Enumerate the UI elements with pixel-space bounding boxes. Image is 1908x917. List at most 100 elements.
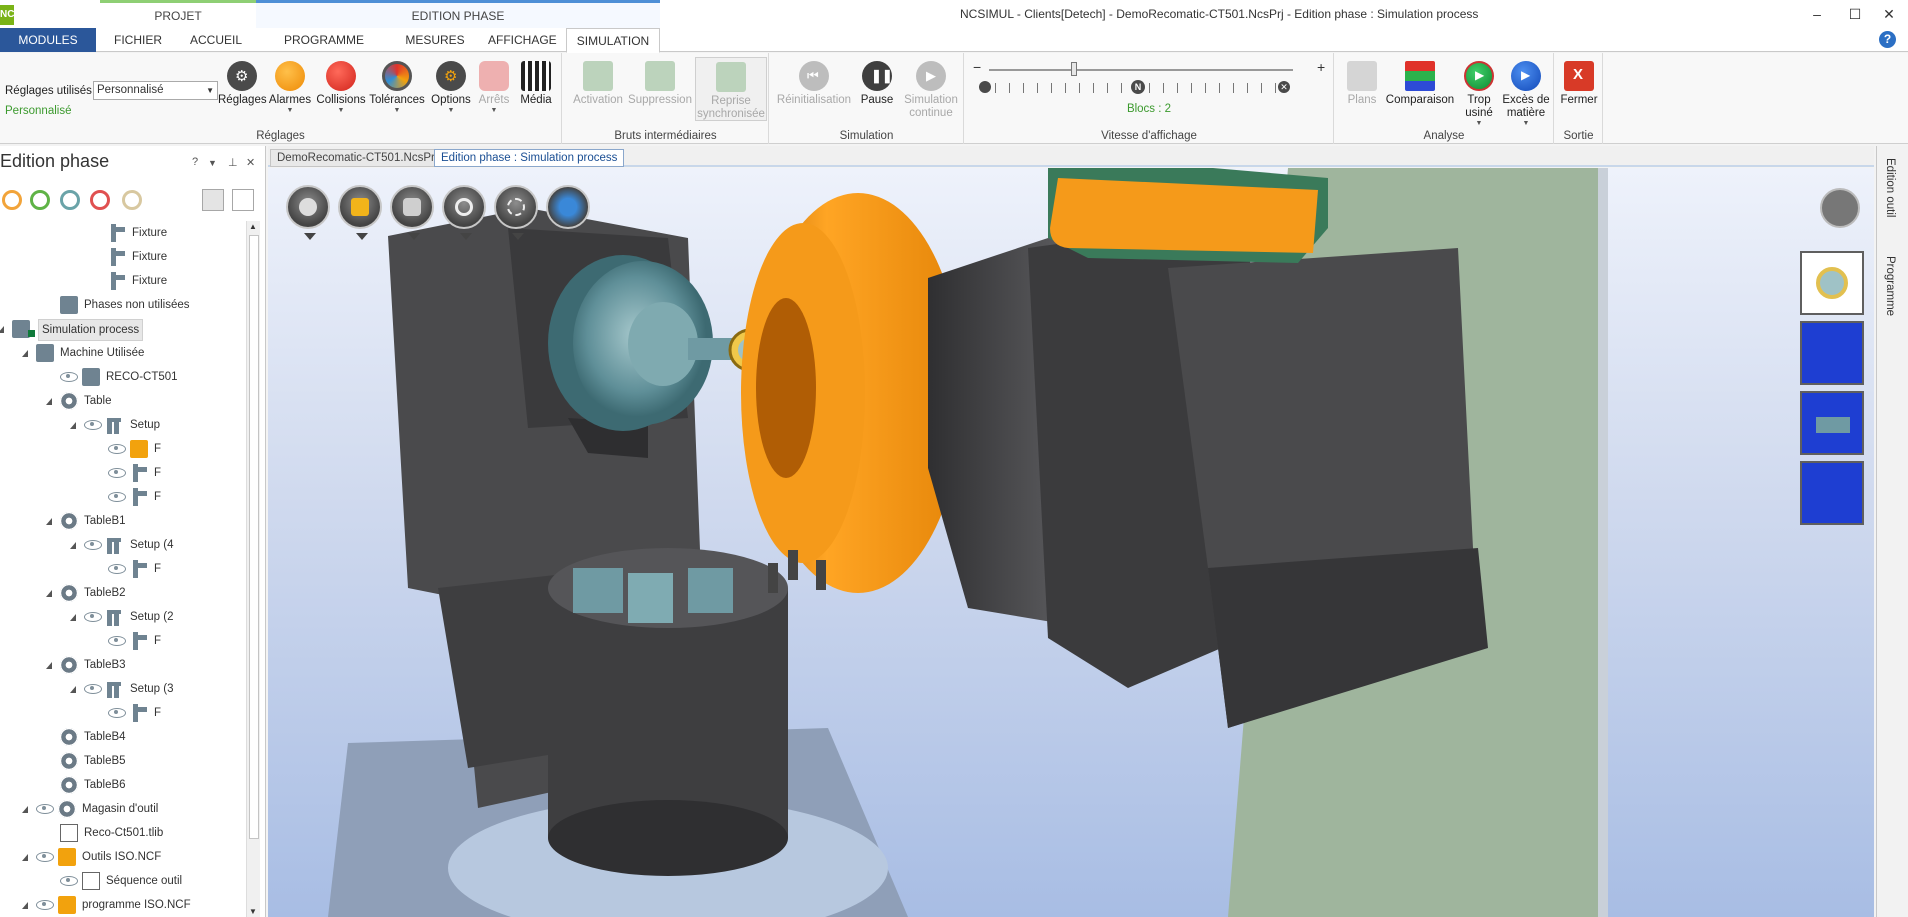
tolerances-button[interactable]: Tolérances ▼	[368, 61, 426, 115]
tree-item[interactable]: TableB5	[0, 749, 246, 773]
reprise-synchronisee-button[interactable]: Reprise synchronisée	[695, 57, 767, 121]
tree-item[interactable]: Fixture	[0, 245, 246, 269]
tab-programme[interactable]: PROGRAMME	[278, 28, 370, 52]
tree-item[interactable]: RECO-CT501	[0, 365, 246, 389]
refresh-green-icon[interactable]	[30, 190, 50, 210]
tree-toggle-icon[interactable]	[46, 662, 52, 669]
speed-max-icon[interactable]: ✕	[1278, 81, 1290, 93]
tree-item[interactable]: TableB1	[0, 509, 246, 533]
tree-toggle-icon[interactable]	[0, 326, 4, 333]
tree-toggle-icon[interactable]	[22, 350, 28, 357]
visibility-eye-icon[interactable]	[108, 636, 126, 646]
tab-simulation[interactable]: SIMULATION	[566, 28, 660, 53]
tree-toggle-icon[interactable]	[70, 422, 76, 429]
scroll-down-icon[interactable]: ▼	[249, 907, 257, 916]
tab-affichage[interactable]: AFFICHAGE	[488, 28, 557, 52]
visibility-eye-icon[interactable]	[60, 876, 78, 886]
tree-item[interactable]: Setup	[0, 413, 246, 437]
tree-toggle-icon[interactable]	[22, 806, 28, 813]
suppression-button[interactable]: Suppression	[627, 61, 693, 107]
detail-view-icon[interactable]	[232, 189, 254, 211]
tree-toggle-icon[interactable]	[22, 854, 28, 861]
visibility-eye-icon[interactable]	[36, 852, 54, 862]
tree-item[interactable]: Fixture	[0, 269, 246, 293]
tree-item[interactable]: programme ISO.NCF	[0, 893, 246, 917]
help-icon[interactable]: ?	[1879, 31, 1896, 48]
tree-item[interactable]: Fixture	[0, 221, 246, 245]
tree-item[interactable]: F	[0, 557, 246, 581]
visibility-eye-icon[interactable]	[108, 444, 126, 454]
tab-modules[interactable]: MODULES	[0, 28, 96, 52]
panel-close-icon[interactable]: ✕	[246, 156, 255, 169]
visibility-eye-icon[interactable]	[84, 612, 102, 622]
pause-button[interactable]: ❚❚ Pause	[854, 61, 900, 107]
visibility-eye-icon[interactable]	[36, 804, 54, 814]
tab-fichier[interactable]: FICHIER	[108, 28, 168, 52]
activation-button[interactable]: Activation	[567, 61, 629, 107]
part-thumbnail[interactable]	[1800, 251, 1864, 315]
speed-normal-marker[interactable]: N	[1131, 80, 1145, 94]
tree-item[interactable]: TableB6	[0, 773, 246, 797]
speed-slider-track[interactable]	[989, 69, 1293, 71]
tree-item[interactable]: Simulation process	[0, 317, 246, 341]
speed-min-icon[interactable]	[979, 81, 991, 93]
side-tab-edition-outil[interactable]: Edition outil	[1884, 158, 1896, 217]
close-window-button[interactable]: ✕	[1874, 4, 1904, 24]
list-view-icon[interactable]	[202, 189, 224, 211]
view-thumbnail-1[interactable]	[1800, 321, 1864, 385]
refresh-multi-icon[interactable]	[60, 190, 80, 210]
speed-slider-thumb[interactable]	[1071, 62, 1078, 76]
visibility-eye-icon[interactable]	[108, 492, 126, 502]
arrets-button[interactable]: Arrêts ▼	[476, 61, 512, 115]
viewport-settings-icon[interactable]	[1820, 188, 1860, 228]
tree-item[interactable]: Setup (2	[0, 605, 246, 629]
scroll-up-icon[interactable]: ▲	[249, 222, 257, 231]
reinitialisation-button[interactable]: ⏮ Réinitialisation	[774, 61, 854, 107]
tree-toggle-icon[interactable]	[70, 614, 76, 621]
tab-mesures[interactable]: MESURES	[402, 28, 468, 52]
tree-item[interactable]: Séquence outil	[0, 869, 246, 893]
refresh-options-icon[interactable]	[122, 190, 142, 210]
tree-item[interactable]: F	[0, 437, 246, 461]
trop-usine-button[interactable]: ▶ Trop usiné ▼	[1459, 61, 1499, 128]
solid-view-button[interactable]	[338, 185, 382, 240]
tree-item[interactable]: Outils ISO.NCF	[0, 845, 246, 869]
visibility-eye-icon[interactable]	[84, 540, 102, 550]
speed-minus[interactable]: −	[973, 59, 981, 75]
collisions-button[interactable]: Collisions ▼	[314, 61, 368, 115]
rotate-select-button[interactable]	[494, 185, 538, 240]
tree-toggle-icon[interactable]	[70, 686, 76, 693]
tree-toggle-icon[interactable]	[46, 398, 52, 405]
side-tab-programme[interactable]: Programme	[1884, 256, 1896, 316]
media-button[interactable]: Média	[516, 61, 556, 107]
visibility-eye-icon[interactable]	[108, 564, 126, 574]
tab-accueil[interactable]: ACCUEIL	[182, 28, 250, 52]
zoom-button[interactable]	[442, 185, 486, 240]
view-orient-button[interactable]	[286, 185, 330, 240]
comparaison-button[interactable]: Comparaison	[1381, 61, 1459, 107]
tree-toggle-icon[interactable]	[46, 518, 52, 525]
tree-toggle-icon[interactable]	[70, 542, 76, 549]
refresh-red-icon[interactable]	[90, 190, 110, 210]
tree-item[interactable]: Setup (4	[0, 533, 246, 557]
tree-item[interactable]: Phases non utilisées	[0, 293, 246, 317]
tree-item[interactable]: F	[0, 485, 246, 509]
maximize-button[interactable]: ☐	[1840, 4, 1870, 24]
tree-item[interactable]: F	[0, 461, 246, 485]
tree-toggle-icon[interactable]	[22, 902, 28, 909]
panel-help-icon[interactable]: ?	[192, 156, 198, 168]
minimize-button[interactable]: –	[1802, 4, 1832, 24]
scroll-thumb[interactable]	[249, 235, 259, 839]
tree-item[interactable]: Machine Utilisée	[0, 341, 246, 365]
panel-menu-icon[interactable]: ▼	[208, 158, 217, 168]
tree-toggle-icon[interactable]	[46, 590, 52, 597]
context-tab-edition-phase[interactable]: EDITION PHASE	[256, 0, 660, 28]
tree-item[interactable]: F	[0, 629, 246, 653]
visibility-eye-icon[interactable]	[108, 708, 126, 718]
tree-item[interactable]: TableB3	[0, 653, 246, 677]
alarmes-button[interactable]: Alarmes ▼	[268, 61, 312, 115]
cylinder-view-button[interactable]	[390, 185, 434, 240]
context-tab-projet[interactable]: PROJET	[100, 0, 256, 28]
sync-view-button[interactable]	[546, 185, 590, 229]
simulation-continue-button[interactable]: ▶ Simulation continue	[900, 61, 962, 120]
